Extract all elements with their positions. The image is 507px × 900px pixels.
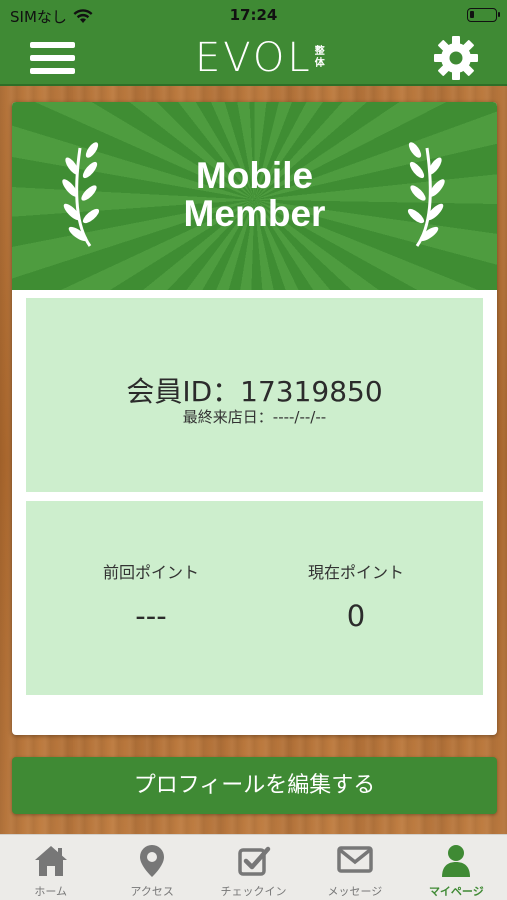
envelope-icon <box>337 846 373 873</box>
home-icon <box>34 846 67 876</box>
current-points-value: 0 <box>346 599 366 633</box>
tab-access-label: アクセス <box>130 885 174 898</box>
person-icon <box>442 845 471 877</box>
tab-access[interactable]: アクセス <box>101 835 202 900</box>
logo-subtext: 整 体 <box>315 46 325 70</box>
previous-points: 前回ポイント --- <box>51 559 251 633</box>
last-visit-date: 最終来店日：----/--/-- <box>182 408 327 426</box>
tab-mypage-label: マイページ <box>428 885 484 898</box>
gear-icon[interactable] <box>432 34 480 82</box>
tab-bar: ホーム アクセス チェックイン メッセージ マイページ <box>0 834 507 900</box>
member-id-panel: 会員ID：17319850 最終来店日：----/--/-- <box>26 298 483 492</box>
previous-points-value: --- <box>135 599 167 633</box>
hamburger-menu-icon[interactable] <box>30 40 75 76</box>
tab-mypage[interactable]: マイページ <box>406 835 507 900</box>
tab-checkin-label: チェックイン <box>220 885 287 898</box>
status-time: 17:24 <box>229 6 278 24</box>
laurel-right-icon <box>407 142 445 247</box>
tab-message-label: メッセージ <box>327 885 383 898</box>
status-bar: SIMなし 17:24 <box>0 0 507 30</box>
current-points-label: 現在ポイント <box>307 563 404 582</box>
app-logo: EVOL 整 体 <box>195 36 325 80</box>
points-panel: 前回ポイント --- 現在ポイント 0 <box>26 501 483 695</box>
previous-points-label: 前回ポイント <box>102 563 199 582</box>
edit-profile-button[interactable]: プロフィールを編集する <box>12 757 497 814</box>
member-id: 会員ID：17319850 <box>126 375 383 408</box>
checkbox-icon <box>237 846 270 876</box>
card-header: Mobile Member <box>12 102 497 290</box>
logo-sub-1: 整 <box>314 46 325 57</box>
tab-home[interactable]: ホーム <box>0 835 101 900</box>
tab-checkin[interactable]: チェックイン <box>203 835 304 900</box>
member-card: Mobile Member 会員ID：17319850 最終来店日：----/-… <box>12 102 497 735</box>
battery-icon <box>467 8 500 22</box>
tab-home-label: ホーム <box>34 885 68 898</box>
map-pin-icon <box>140 845 165 877</box>
logo-text: EVOL <box>195 35 313 81</box>
logo-sub-2: 体 <box>314 58 325 69</box>
current-points: 現在ポイント 0 <box>256 559 456 633</box>
tab-message[interactable]: メッセージ <box>304 835 405 900</box>
nav-bar: EVOL 整 体 <box>0 30 507 86</box>
